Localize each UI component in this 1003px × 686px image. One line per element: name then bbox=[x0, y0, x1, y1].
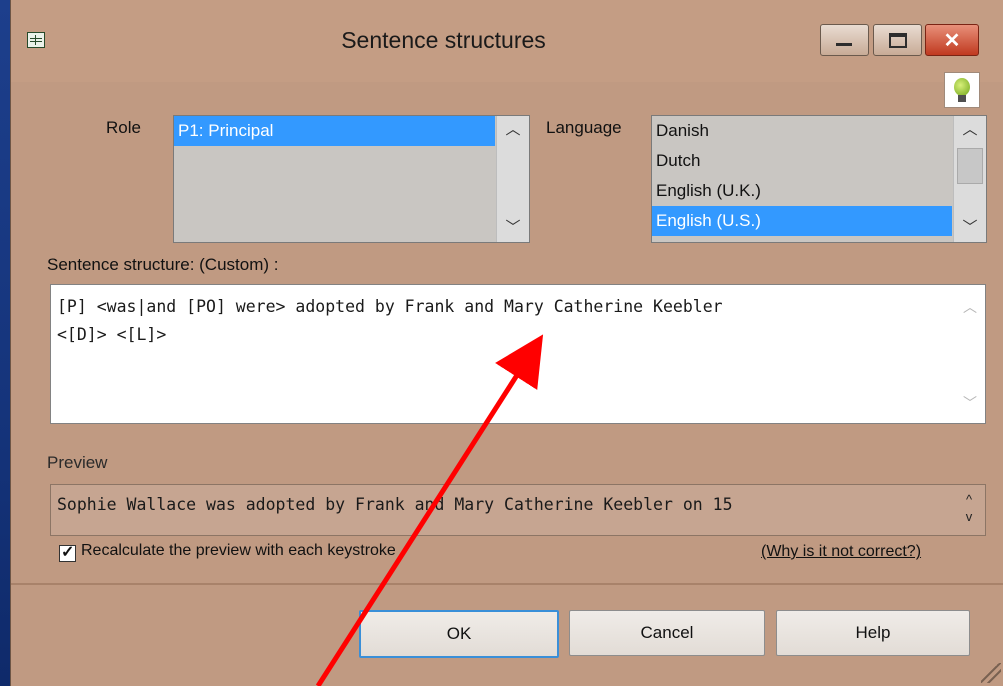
editor-scrollbar[interactable]: ︿ ﹀ bbox=[955, 285, 985, 423]
role-label: Role bbox=[106, 118, 141, 137]
sentence-structure-editor[interactable]: [P] <was|and [PO] were> adopted by Frank… bbox=[50, 284, 986, 424]
scroll-up-icon[interactable]: ︿ bbox=[955, 297, 985, 317]
sentence-structure-label: Sentence structure: (Custom) : bbox=[47, 255, 279, 274]
recalculate-checkbox[interactable] bbox=[59, 542, 76, 562]
preview-label: Preview bbox=[47, 453, 108, 472]
scroll-thumb[interactable] bbox=[957, 148, 983, 184]
preview-spinner[interactable]: ^ v bbox=[961, 491, 977, 525]
help-button[interactable]: Help bbox=[776, 610, 970, 656]
cancel-button[interactable]: Cancel bbox=[569, 610, 765, 656]
sentence-structure-text[interactable]: [P] <was|and [PO] were> adopted by Frank… bbox=[57, 293, 937, 349]
title-bar: Sentence structures ✕ bbox=[11, 0, 1003, 82]
divider bbox=[11, 583, 1003, 585]
scroll-down-icon[interactable]: ﹀ bbox=[497, 214, 529, 242]
sentence-structures-dialog: Sentence structures ✕ Role P1: Principal… bbox=[10, 0, 1003, 686]
maximize-button[interactable] bbox=[873, 24, 922, 56]
role-scrollbar[interactable]: ︿ ﹀ bbox=[496, 116, 529, 242]
preview-box: Sophie Wallace was adopted by Frank and … bbox=[50, 484, 986, 536]
scroll-down-icon[interactable]: ﹀ bbox=[955, 393, 985, 413]
minimize-button[interactable] bbox=[820, 24, 869, 56]
ok-button[interactable]: OK bbox=[359, 610, 559, 658]
language-scrollbar[interactable]: ︿ ﹀ bbox=[953, 116, 986, 242]
scroll-up-icon[interactable]: ︿ bbox=[497, 116, 529, 144]
language-item[interactable]: Dutch bbox=[652, 146, 952, 176]
language-listbox[interactable]: Danish Dutch English (U.K.) English (U.S… bbox=[651, 115, 987, 243]
why-not-correct-link[interactable]: (Why is it not correct?) bbox=[761, 543, 921, 561]
language-item[interactable]: Danish bbox=[652, 116, 952, 146]
language-label: Language bbox=[546, 118, 622, 137]
role-item[interactable]: P1: Principal bbox=[174, 116, 495, 146]
scroll-down-icon[interactable]: ﹀ bbox=[954, 214, 986, 242]
chevron-down-icon[interactable]: v bbox=[961, 508, 977, 525]
close-icon: ✕ bbox=[943, 30, 961, 52]
language-item[interactable]: English (U.K.) bbox=[652, 176, 952, 206]
resize-grip[interactable] bbox=[981, 663, 1001, 683]
scroll-up-icon[interactable]: ︿ bbox=[954, 116, 986, 144]
recalculate-label[interactable]: Recalculate the preview with each keystr… bbox=[81, 542, 396, 560]
chevron-up-icon[interactable]: ^ bbox=[961, 491, 977, 508]
language-item[interactable]: English (U.S.) bbox=[652, 206, 952, 236]
role-listbox[interactable]: P1: Principal ︿ ﹀ bbox=[173, 115, 530, 243]
close-button[interactable]: ✕ bbox=[925, 24, 979, 56]
preview-text: Sophie Wallace was adopted by Frank and … bbox=[57, 495, 733, 514]
lightbulb-icon[interactable] bbox=[944, 72, 980, 108]
window-title: Sentence structures bbox=[341, 27, 546, 53]
